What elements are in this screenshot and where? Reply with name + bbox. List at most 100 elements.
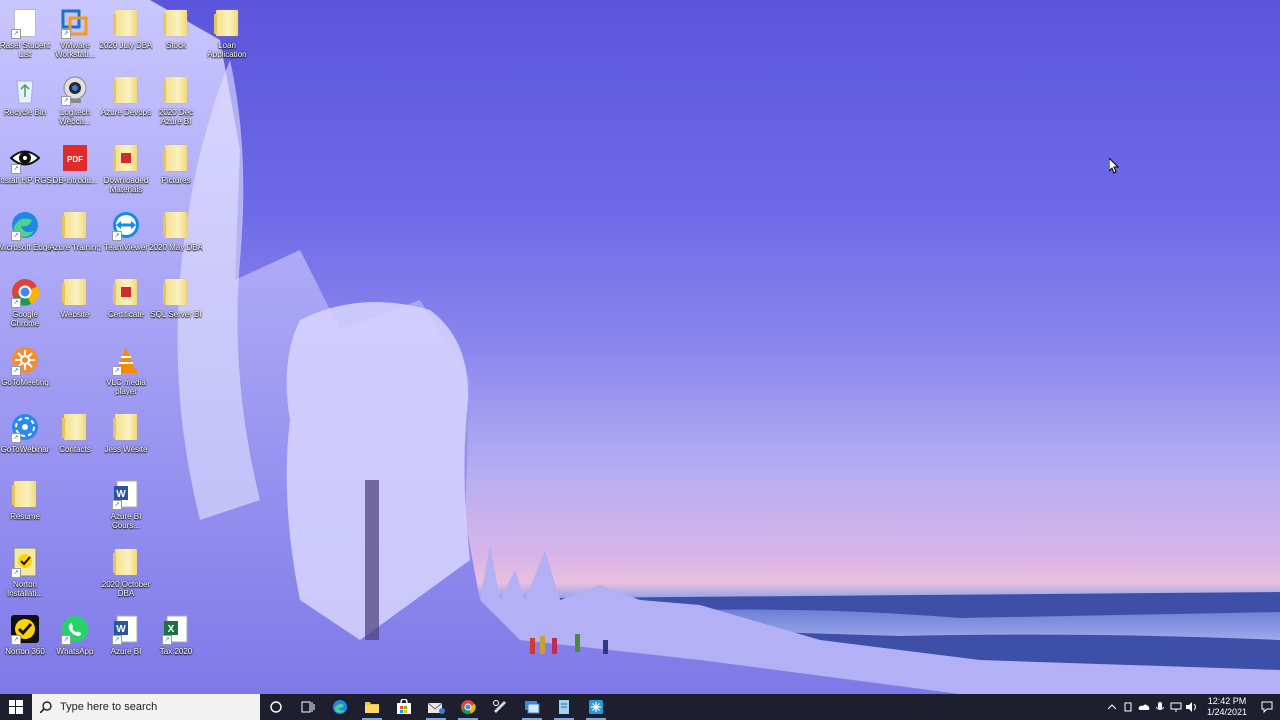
search-icon — [40, 701, 52, 713]
desktop-icon[interactable]: Website — [50, 274, 100, 340]
desktop-icon[interactable]: Azure Training — [49, 207, 101, 273]
desktop-icon-glyph: ↗ — [59, 7, 91, 39]
desktop-icon[interactable]: W ↗ Azure BI — [101, 611, 151, 677]
desktop-icon[interactable]: 2020 Dec Azure BI — [151, 72, 201, 138]
desktop-icon[interactable]: ↗ Rasel Student List — [0, 5, 50, 71]
desktop-icon[interactable]: Stock — [151, 5, 201, 71]
desktop-icon-label: Pictures — [161, 176, 191, 185]
desktop-icon-label: Downloaded Materials — [103, 176, 149, 194]
folder-icon — [113, 10, 137, 36]
desktop-icon-label: Azure BI — [110, 647, 142, 656]
desktop-icon[interactable]: SQL Server BI — [150, 274, 202, 340]
desktop-icon-glyph: ↗ — [9, 7, 41, 39]
microphone-icon[interactable] — [1152, 694, 1168, 720]
network-icon[interactable] — [1168, 694, 1184, 720]
snip-icon — [493, 700, 506, 713]
store-taskbar-button[interactable] — [388, 694, 420, 720]
desktop-icon[interactable]: ↗ TeamViewer — [101, 207, 151, 273]
desktop-icon[interactable]: 2020 May DBA — [149, 207, 203, 273]
desktop-icon-glyph: PDF — [59, 142, 91, 174]
desktop-icon[interactable]: ↗ Norton 360 — [0, 611, 50, 677]
shortcut-arrow-icon: ↗ — [61, 29, 71, 39]
shortcut-arrow-icon: ↗ — [112, 366, 122, 376]
desktop-icon-label: VMware Workstati... — [55, 41, 95, 59]
desktop[interactable]: ↗ Rasel Student List ↗ VMware Workstati... 2… — [0, 0, 1280, 694]
folder-icon — [113, 549, 137, 575]
desktop-icon[interactable]: Certificate — [101, 274, 151, 340]
shortcut-arrow-icon: ↗ — [11, 231, 21, 241]
desktop-icon[interactable]: ↗ Norton Installati... — [0, 544, 50, 610]
remote-desktop-icon — [525, 701, 540, 714]
onedrive-cloud-icon[interactable] — [1136, 694, 1152, 720]
desktop-icon-glyph — [211, 7, 243, 39]
desktop-icon[interactable]: ↗ GoToMeeting — [0, 342, 50, 408]
cortana-button[interactable] — [260, 694, 292, 720]
desktop-icon[interactable]: Downloaded Materials — [101, 140, 151, 206]
shortcut-arrow-icon: ↗ — [112, 635, 122, 645]
shortcut-arrow-icon: ↗ — [11, 366, 21, 376]
task-view-icon — [301, 701, 315, 713]
desktop-icon-label: Logitech Webca... — [59, 108, 91, 126]
snowflake-taskbar-button[interactable] — [580, 694, 612, 720]
desktop-icon[interactable]: ↗ Install HP RGS — [0, 140, 52, 206]
desktop-icon[interactable]: Azure Devops — [101, 72, 151, 138]
desktop-icon[interactable]: ↗ Logitech Webca... — [50, 72, 100, 138]
desktop-icon[interactable]: ↗ VMware Workstati... — [50, 5, 100, 71]
snowflake-icon — [589, 700, 603, 714]
desktop-icon[interactable]: ↗ WhatsApp — [50, 611, 100, 677]
desktop-icon-glyph — [160, 142, 192, 174]
desktop-icon-glyph — [160, 276, 192, 308]
desktop-icon-label: WhatsApp — [56, 647, 94, 656]
shortcut-arrow-icon: ↗ — [11, 164, 21, 174]
desktop-icon[interactable]: ↗ VLC media player — [101, 342, 151, 408]
edge-taskbar-button[interactable] — [324, 694, 356, 720]
svg-text:X: X — [168, 624, 175, 635]
system-tray: 12:42 PM 1/24/2021 — [1104, 694, 1280, 720]
desktop-icon[interactable]: Pictures — [151, 140, 201, 206]
show-hidden-icons-chevron-up-icon[interactable] — [1104, 694, 1120, 720]
shortcut-arrow-icon: ↗ — [112, 231, 122, 241]
file-explorer-taskbar-button[interactable] — [356, 694, 388, 720]
desktop-icon[interactable]: W ↗ Azure BI Cours... — [101, 476, 151, 542]
task-view-button[interactable] — [292, 694, 324, 720]
desktop-icon-glyph: ↗ — [9, 613, 41, 645]
pdf-icon: PDF — [63, 145, 87, 171]
start-button[interactable] — [0, 694, 32, 720]
desktop-icon-glyph: ↗ — [59, 74, 91, 106]
desktop-icon[interactable]: X ↗ Tax 2020 — [151, 611, 201, 677]
volume-icon[interactable] — [1184, 694, 1200, 720]
desktop-icon[interactable]: 2020 July DBA — [100, 5, 152, 71]
snip-taskbar-button[interactable] — [484, 694, 516, 720]
taskbar-clock[interactable]: 12:42 PM 1/24/2021 — [1204, 696, 1250, 718]
action-center-button[interactable] — [1254, 694, 1280, 720]
desktop-icon-label: Google Chrome — [10, 310, 40, 328]
folder-icon — [163, 212, 187, 238]
desktop-icon[interactable]: Loan Application — [202, 5, 252, 71]
device-tray-icon[interactable] — [1120, 694, 1136, 720]
desktop-icon-glyph: ↗ — [59, 613, 91, 645]
folder-icon — [12, 481, 36, 507]
desktop-icon[interactable]: Resume — [0, 476, 50, 542]
shortcut-arrow-icon: ↗ — [11, 635, 21, 645]
desktop-icon[interactable]: PDF DB-introdu... — [50, 140, 100, 206]
desktop-icon[interactable]: Jess Wesite — [101, 409, 151, 475]
taskbar-search-box[interactable]: Type here to search — [32, 694, 260, 720]
notepad-taskbar-button[interactable] — [548, 694, 580, 720]
desktop-icon[interactable]: ↗ GoToWebinar — [0, 409, 50, 475]
desktop-icon[interactable]: 2020 October DBA — [101, 544, 151, 610]
mail-taskbar-button[interactable] — [420, 694, 452, 720]
chrome-taskbar-button[interactable] — [452, 694, 484, 720]
desktop-icon[interactable]: Recycle Bin — [0, 72, 50, 138]
desktop-icon-label: GoToWebinar — [0, 445, 50, 454]
desktop-icon-label: DB-introdu... — [52, 176, 98, 185]
desktop-icon-label: Stock — [165, 41, 186, 50]
desktop-icon-glyph — [110, 276, 142, 308]
desktop-icon-glyph — [59, 209, 91, 241]
recycle-bin-icon — [16, 80, 34, 104]
desktop-icon-label: Azure Training — [49, 243, 101, 252]
remote-desktop-taskbar-button[interactable] — [516, 694, 548, 720]
desktop-icon[interactable]: ↗ Google Chrome — [0, 274, 50, 340]
desktop-icon[interactable]: Contacts — [50, 409, 100, 475]
desktop-icon-glyph — [160, 74, 192, 106]
desktop-icon[interactable]: ↗ Microsoft Edge — [0, 207, 52, 273]
